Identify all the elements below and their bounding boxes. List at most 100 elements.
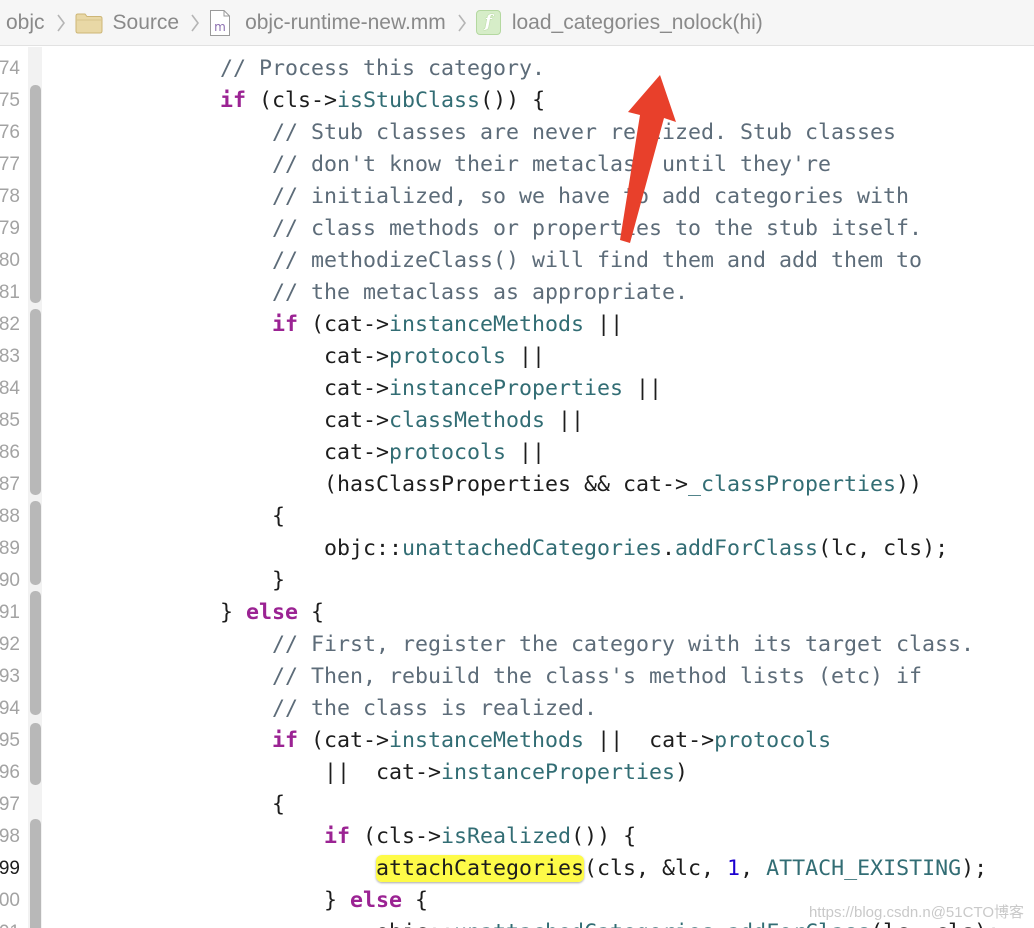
breadcrumb-item-file[interactable]: m objc-runtime-new.mm [209, 0, 446, 46]
code-line[interactable]: (hasClassProperties && cat->_classProper… [64, 469, 922, 501]
line-number[interactable]: 97 [0, 789, 20, 821]
jump-bar-breadcrumb: objc Source m objc-runtime-new.mm f load… [0, 0, 1034, 46]
code-line[interactable]: objc::unattachedCategories.addForClass(l… [64, 533, 948, 565]
line-number[interactable]: 95 [0, 725, 20, 757]
line-number[interactable]: 77 [0, 149, 20, 181]
line-number[interactable]: 80 [0, 245, 20, 277]
fold-ribbon-segment[interactable] [30, 501, 41, 585]
plain-token: . [714, 920, 727, 928]
line-number[interactable]: 87 [0, 469, 20, 501]
code-line[interactable]: // Stub classes are never realized. Stub… [64, 117, 896, 149]
breadcrumb-item-source-folder[interactable]: Source [75, 0, 179, 46]
code-line[interactable]: } else { [64, 885, 428, 917]
code-line[interactable]: // class methods or properties to the st… [64, 213, 922, 245]
file-m-icon: m [210, 9, 231, 36]
line-number[interactable]: 78 [0, 181, 20, 213]
line-number[interactable]: 01 [0, 917, 20, 928]
breadcrumb-item-function[interactable]: f load_categories_nolock(hi) [475, 0, 763, 46]
plain-token: cat-> [64, 344, 390, 369]
line-number[interactable]: 94 [0, 693, 20, 725]
code-line[interactable]: cat->protocols || [64, 341, 545, 373]
plain-token: || [584, 312, 624, 337]
source-editor[interactable]: 74 75 76 77 78 79 80 81 82 83 84 85 86 87 88 89 90 91 92 93… [0, 47, 1034, 928]
code-line[interactable]: if (cat->instanceMethods || [64, 309, 623, 341]
highlighted-symbol[interactable]: attachCategories [376, 855, 585, 882]
line-number[interactable]: 89 [0, 533, 20, 565]
watermark: https://blog.csdn.n@51CTO博客 [808, 904, 1024, 921]
code-line[interactable]: cat->instanceProperties || [64, 373, 662, 405]
identifier-token: isStubClass [337, 88, 481, 113]
plain-token: (hasClassProperties && cat-> [64, 472, 689, 497]
line-number[interactable]: 82 [0, 309, 20, 341]
code-line[interactable]: { [64, 789, 285, 821]
fold-ribbon-segment[interactable] [30, 309, 41, 495]
identifier-token: protocols [389, 440, 507, 465]
keyword-token: if [272, 728, 299, 753]
line-number[interactable]: 96 [0, 757, 20, 789]
line-number[interactable]: 86 [0, 437, 20, 469]
line-number[interactable]: 00 [0, 885, 20, 917]
comment-token: // methodizeClass() will find them and a… [272, 248, 923, 273]
code-line[interactable]: // First, register the category with its… [64, 629, 974, 661]
line-number[interactable]: 75 [0, 85, 20, 117]
code-line[interactable]: if (cat->instanceMethods || cat->protoco… [64, 725, 831, 757]
line-number[interactable]: 74 [0, 53, 20, 85]
plain-token: cat-> [64, 440, 390, 465]
line-number[interactable]: 81 [0, 277, 20, 309]
line-number[interactable]: 84 [0, 373, 20, 405]
fold-ribbon-segment[interactable] [30, 723, 41, 785]
code-line[interactable]: if (cls->isRealized()) { [64, 821, 636, 853]
code-line[interactable]: } [64, 565, 285, 597]
line-number[interactable]: 88 [0, 501, 20, 533]
fold-ribbon-segment[interactable] [30, 85, 41, 303]
comment-token: // class methods or properties to the st… [272, 216, 923, 241]
code-line[interactable]: // Process this category. [64, 53, 545, 85]
code-line[interactable]: cat->protocols || [64, 437, 545, 469]
chevron-right-icon [56, 14, 65, 31]
code-line[interactable]: // don't know their metaclass until they… [64, 149, 831, 181]
line-number-gutter: 74 75 76 77 78 79 80 81 82 83 84 85 86 87 88 89 90 91 92 93… [0, 47, 28, 928]
line-number[interactable]: 93 [0, 661, 20, 693]
code-line[interactable]: // Then, rebuild the class's method list… [64, 661, 922, 693]
code-line[interactable]: // the class is realized. [64, 693, 597, 725]
code-line[interactable]: // the metaclass as appropriate. [64, 277, 688, 309]
line-number[interactable]: 79 [0, 213, 20, 245]
keyword-token: if [324, 824, 351, 849]
code-line[interactable]: attachCategories(cls, &lc, 1, ATTACH_EXI… [64, 853, 987, 885]
fold-ribbon-segment[interactable] [30, 819, 41, 928]
code-line[interactable]: } else { [64, 597, 324, 629]
identifier-token: instanceMethods [389, 312, 585, 337]
code-line[interactable]: cat->classMethods || [64, 405, 584, 437]
line-number[interactable]: 91 [0, 597, 20, 629]
line-number[interactable]: 98 [0, 821, 20, 853]
code-line[interactable]: // methodizeClass() will find them and a… [64, 245, 922, 277]
line-number[interactable]: 83 [0, 341, 20, 373]
plain-token: (cls-> [246, 88, 338, 113]
code-line[interactable]: if (cls->isStubClass()) { [64, 85, 545, 117]
line-number[interactable]: 99 [0, 853, 20, 885]
code-line[interactable]: { [64, 501, 285, 533]
line-number[interactable]: 76 [0, 117, 20, 149]
line-number[interactable]: 90 [0, 565, 20, 597]
identifier-token: addForClass [675, 536, 819, 561]
code-line[interactable]: // initialized, so we have to add catego… [64, 181, 909, 213]
identifier-token: _classProperties [688, 472, 897, 497]
comment-token: // Process this category. [220, 56, 546, 81]
breadcrumb-item-project[interactable]: objc [6, 0, 45, 46]
plain-token: ) [675, 760, 689, 785]
fold-ribbon-segment[interactable] [30, 591, 41, 715]
line-number[interactable]: 92 [0, 629, 20, 661]
line-number[interactable]: 85 [0, 405, 20, 437]
identifier-token: protocols [389, 344, 507, 369]
code-line[interactable]: || cat->instanceProperties) [64, 757, 688, 789]
comment-token: // First, register the category with its… [272, 632, 975, 657]
plain-token: || [506, 440, 546, 465]
red-arrow-annotation [620, 75, 676, 243]
